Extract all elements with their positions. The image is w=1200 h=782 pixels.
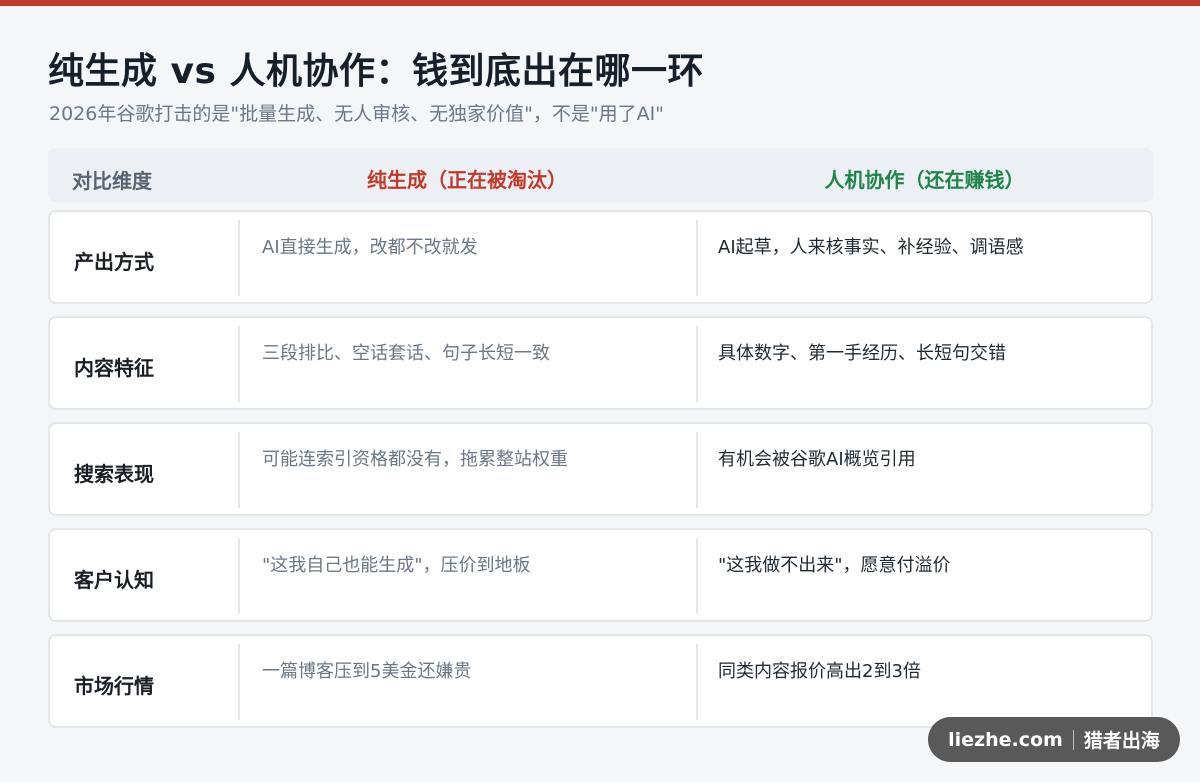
comparison-table-body: 产出方式 AI直接生成，改都不改就发 AI起草，人来核事实、补经验、调语感 内容… [48, 210, 1153, 740]
row-dimension: 产出方式 [74, 250, 154, 274]
row-dimension: 客户认知 [74, 568, 154, 592]
row-dimension: 市场行情 [74, 674, 154, 698]
column-divider [238, 432, 240, 508]
table-header: 对比维度 纯生成（正在被淘汰） 人机协作（还在赚钱） [48, 148, 1153, 202]
cell-human-ai-collab: 有机会被谷歌AI概览引用 [718, 449, 916, 470]
table-row: 客户认知 "这我自己也能生成"，压价到地板 "这我做不出来"，愿意付溢价 [48, 528, 1153, 622]
row-dimension: 内容特征 [74, 356, 154, 380]
badge-site: liezhe.com [948, 728, 1063, 751]
header-dimension: 对比维度 [72, 169, 152, 193]
watermark-badge: liezhe.com 猎者出海 [928, 717, 1180, 762]
cell-human-ai-collab: "这我做不出来"，愿意付溢价 [718, 555, 951, 576]
column-divider [696, 538, 698, 614]
cell-pure-generation: 三段排比、空话套话、句子长短一致 [262, 343, 550, 364]
cell-pure-generation: 可能连索引资格都没有，拖累整站权重 [262, 449, 568, 470]
cell-human-ai-collab: AI起草，人来核事实、补经验、调语感 [718, 237, 1024, 258]
column-divider [696, 326, 698, 402]
column-divider [238, 538, 240, 614]
column-divider [238, 644, 240, 720]
table-row: 市场行情 一篇博客压到5美金还嫌贵 同类内容报价高出2到3倍 [48, 634, 1153, 728]
column-divider [696, 644, 698, 720]
cell-pure-generation: "这我自己也能生成"，压价到地板 [262, 555, 531, 576]
cell-pure-generation: 一篇博客压到5美金还嫌贵 [262, 661, 472, 682]
column-divider [238, 326, 240, 402]
cell-human-ai-collab: 具体数字、第一手经历、长短句交错 [718, 343, 1006, 364]
header-human-ai-collab: 人机协作（还在赚钱） [824, 168, 1025, 192]
table-row: 搜索表现 可能连索引资格都没有，拖累整站权重 有机会被谷歌AI概览引用 [48, 422, 1153, 516]
page-subtitle: 2026年谷歌打击的是"批量生成、无人审核、无独家价值"，不是"用了AI" [49, 103, 664, 125]
cell-pure-generation: AI直接生成，改都不改就发 [262, 237, 478, 258]
column-divider [696, 432, 698, 508]
table-row: 内容特征 三段排比、空话套话、句子长短一致 具体数字、第一手经历、长短句交错 [48, 316, 1153, 410]
column-divider [696, 220, 698, 296]
header-pure-generation: 纯生成（正在被淘汰） [367, 168, 567, 192]
column-divider [238, 220, 240, 296]
top-accent-bar [0, 0, 1200, 6]
table-row: 产出方式 AI直接生成，改都不改就发 AI起草，人来核事实、补经验、调语感 [48, 210, 1153, 304]
page-title: 纯生成 vs 人机协作：钱到底出在哪一环 [48, 51, 704, 92]
row-dimension: 搜索表现 [74, 462, 154, 486]
badge-brand: 猎者出海 [1083, 730, 1160, 752]
badge-divider [1072, 729, 1074, 750]
cell-human-ai-collab: 同类内容报价高出2到3倍 [718, 661, 921, 682]
